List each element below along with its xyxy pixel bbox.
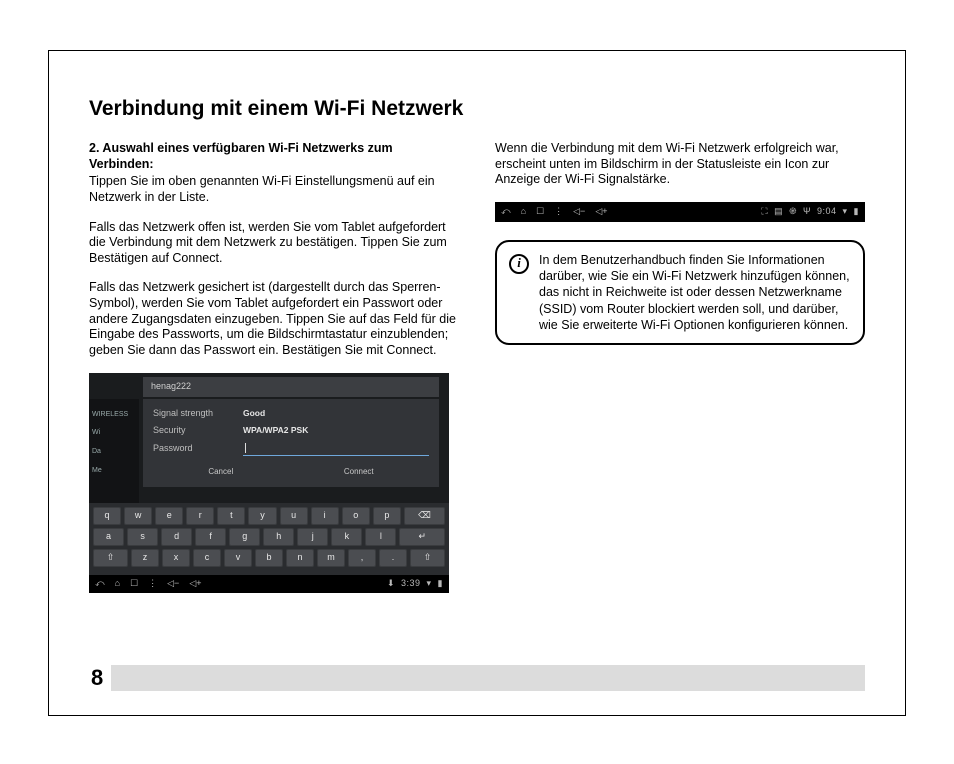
key-g[interactable]: g bbox=[229, 528, 260, 546]
key-o[interactable]: o bbox=[342, 507, 370, 525]
vol-down-icon[interactable]: ◁− bbox=[167, 578, 179, 589]
page-number: 8 bbox=[89, 665, 111, 691]
password-label: Password bbox=[153, 443, 225, 454]
vol-up-icon[interactable]: ◁+ bbox=[595, 206, 607, 217]
left-paragraph-2: Falls das Netzwerk offen ist, werden Sie… bbox=[89, 220, 459, 267]
back-icon[interactable]: ⤺ bbox=[501, 206, 511, 217]
home-icon[interactable]: ⌂ bbox=[115, 578, 120, 589]
clock-text: 9:04 bbox=[817, 206, 837, 217]
two-column-layout: 2. Auswahl eines verfügbaren Wi-Fi Netzw… bbox=[89, 141, 865, 593]
battery-icon: ▮ bbox=[854, 206, 859, 217]
info-callout: i In dem Benutzerhandbuch finden Sie Inf… bbox=[495, 240, 865, 345]
key-i[interactable]: i bbox=[311, 507, 339, 525]
key-l[interactable]: l bbox=[365, 528, 396, 546]
menu-icon[interactable]: ⋮ bbox=[148, 578, 157, 589]
key-j[interactable]: j bbox=[297, 528, 328, 546]
recent-icon[interactable]: ☐ bbox=[536, 206, 544, 217]
key-x[interactable]: x bbox=[162, 549, 190, 567]
wifi-icon: ▾ bbox=[427, 578, 432, 589]
key-u[interactable]: u bbox=[280, 507, 308, 525]
key-z[interactable]: z bbox=[131, 549, 159, 567]
security-value: WPA/WPA2 PSK bbox=[243, 425, 308, 436]
page-frame: Verbindung mit einem Wi-Fi Netzwerk 2. A… bbox=[48, 50, 906, 716]
android-navbar: ⤺ ⌂ ☐ ⋮ ◁− ◁+ ⬇ 3:39 ▾ ▮ bbox=[89, 575, 449, 593]
left-paragraph-3: Falls das Netzwerk gesichert ist (darges… bbox=[89, 280, 459, 358]
page-number-bar: 8 bbox=[89, 665, 865, 691]
key-e[interactable]: e bbox=[155, 507, 183, 525]
key-t[interactable]: t bbox=[217, 507, 245, 525]
key-h[interactable]: h bbox=[263, 528, 294, 546]
connect-button[interactable]: Connect bbox=[344, 467, 374, 477]
key-d[interactable]: d bbox=[161, 528, 192, 546]
battery-icon: ▮ bbox=[438, 578, 443, 589]
key-p[interactable]: p bbox=[373, 507, 401, 525]
key-⇧[interactable]: ⇧ bbox=[410, 549, 445, 567]
security-label: Security bbox=[153, 425, 225, 436]
download-icon: ⬇ bbox=[387, 578, 395, 589]
step-2-heading: 2. Auswahl eines verfügbaren Wi-Fi Netzw… bbox=[89, 141, 459, 172]
right-column: Wenn die Verbindung mit dem Wi-Fi Netzwe… bbox=[495, 141, 865, 593]
wifi-dialog: Signal strength Good Security WPA/WPA2 P… bbox=[143, 399, 439, 488]
key-f[interactable]: f bbox=[195, 528, 226, 546]
home-icon[interactable]: ⌂ bbox=[521, 206, 526, 217]
wifi-password-screenshot: WIRELESS Wi Da Me henag222 Signal streng… bbox=[89, 373, 449, 593]
expand-icon: ⛶ bbox=[761, 206, 768, 217]
back-icon[interactable]: ⤺ bbox=[95, 578, 105, 589]
sidebar-label-me: Me bbox=[92, 467, 139, 476]
usb-icon: Ψ bbox=[803, 206, 811, 217]
key-r[interactable]: r bbox=[186, 507, 214, 525]
key-a[interactable]: a bbox=[93, 528, 124, 546]
right-paragraph-1: Wenn die Verbindung mit dem Wi-Fi Netzwe… bbox=[495, 141, 865, 188]
key-y[interactable]: y bbox=[248, 507, 276, 525]
page-title: Verbindung mit einem Wi-Fi Netzwerk bbox=[89, 97, 865, 121]
on-screen-keyboard: qwertyuiop⌫ asdfghjkl↵ ⇧zxcvbnm,.⇧ bbox=[89, 503, 449, 575]
signal-strength-label: Signal strength bbox=[153, 408, 225, 419]
cancel-button[interactable]: Cancel bbox=[208, 467, 233, 477]
key-s[interactable]: s bbox=[127, 528, 158, 546]
key-⇧[interactable]: ⇧ bbox=[93, 549, 128, 567]
key-b[interactable]: b bbox=[255, 549, 283, 567]
left-column: 2. Auswahl eines verfügbaren Wi-Fi Netzw… bbox=[89, 141, 459, 593]
vol-down-icon[interactable]: ◁− bbox=[573, 206, 585, 217]
key-m[interactable]: m bbox=[317, 549, 345, 567]
sd-icon: ▤ bbox=[774, 206, 783, 217]
key-c[interactable]: c bbox=[193, 549, 221, 567]
dialog-title: henag222 bbox=[143, 377, 439, 397]
wifi-icon: ▾ bbox=[843, 206, 848, 217]
info-text: In dem Benutzerhandbuch finden Sie Infor… bbox=[539, 252, 851, 333]
key-q[interactable]: q bbox=[93, 507, 121, 525]
signal-strength-value: Good bbox=[243, 408, 265, 419]
key-n[interactable]: n bbox=[286, 549, 314, 567]
key-w[interactable]: w bbox=[124, 507, 152, 525]
sidebar-label-da: Da bbox=[92, 448, 139, 457]
key-,[interactable]: , bbox=[348, 549, 376, 567]
android-icon: ֎ bbox=[789, 206, 797, 217]
menu-icon[interactable]: ⋮ bbox=[554, 206, 563, 217]
password-input[interactable] bbox=[243, 442, 429, 456]
key-↵[interactable]: ↵ bbox=[399, 528, 445, 546]
status-bar-screenshot: ⤺ ⌂ ☐ ⋮ ◁− ◁+ ⛶ ▤ ֎ Ψ 9:04 ▾ ▮ bbox=[495, 202, 865, 222]
key-v[interactable]: v bbox=[224, 549, 252, 567]
left-paragraph-1: Tippen Sie im oben genannten Wi-Fi Einst… bbox=[89, 174, 459, 205]
info-icon: i bbox=[509, 254, 529, 274]
vol-up-icon[interactable]: ◁+ bbox=[189, 578, 201, 589]
clock-text: 3:39 bbox=[401, 578, 421, 589]
sidebar-label-wifi: Wi bbox=[92, 429, 139, 438]
sidebar-label-wireless: WIRELESS bbox=[92, 411, 139, 420]
key-.[interactable]: . bbox=[379, 549, 407, 567]
recent-icon[interactable]: ☐ bbox=[130, 578, 138, 589]
key-k[interactable]: k bbox=[331, 528, 362, 546]
key-⌫[interactable]: ⌫ bbox=[404, 507, 445, 525]
